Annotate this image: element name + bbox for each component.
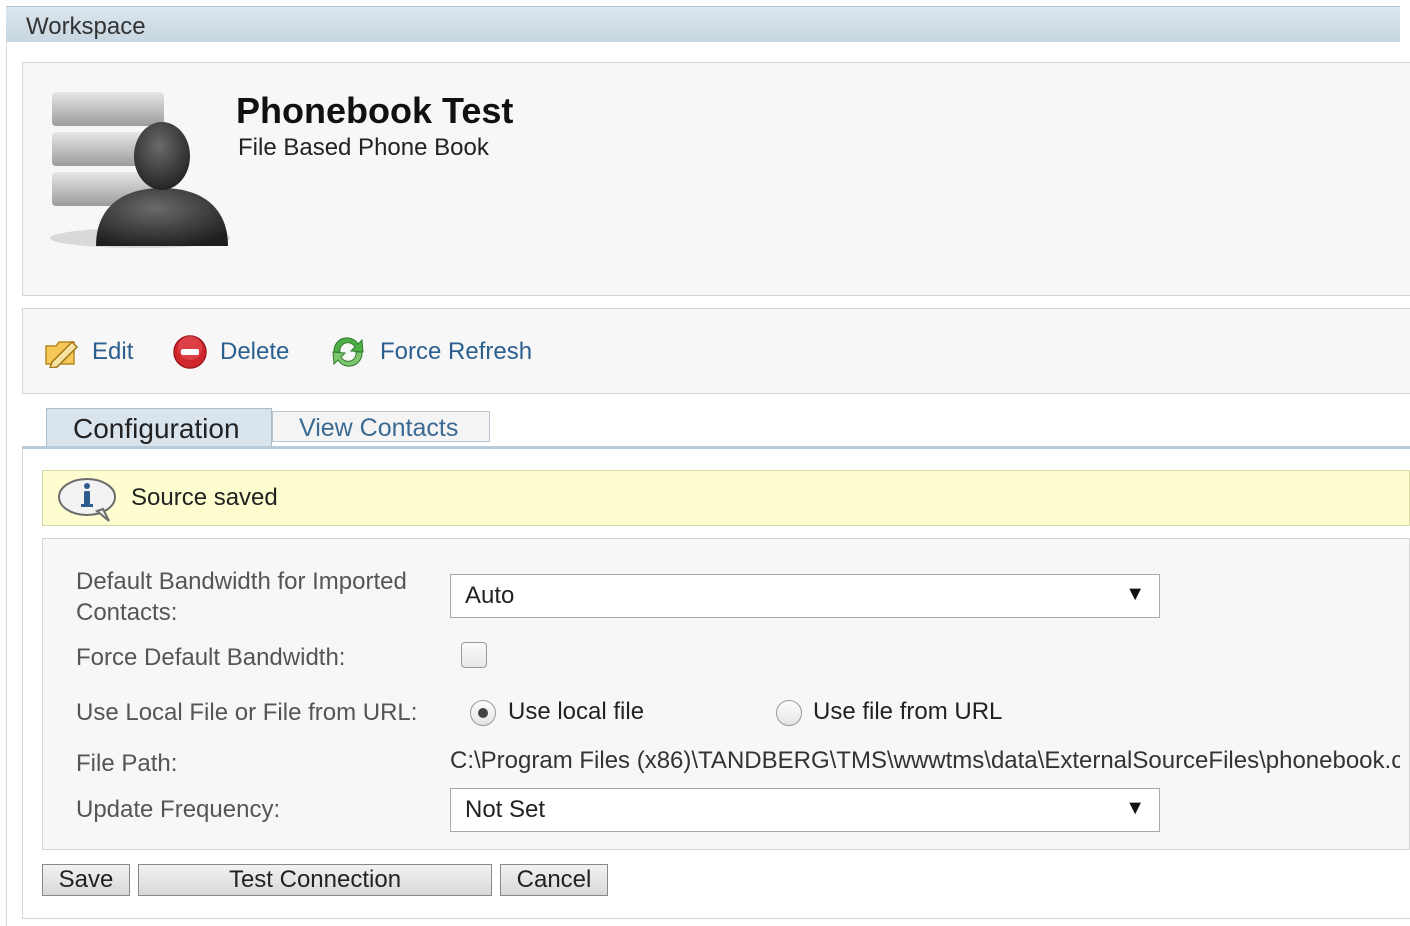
bandwidth-select[interactable]: Auto ▼ (450, 574, 1160, 618)
save-button[interactable]: Save (42, 864, 130, 896)
workspace-left-rule (6, 42, 7, 926)
bandwidth-label: Default Bandwidth for Imported Contacts: (76, 566, 407, 628)
force-refresh-button[interactable]: Force Refresh (328, 332, 532, 372)
tab-configuration-label: Configuration (73, 413, 240, 444)
test-connection-button[interactable]: Test Connection (138, 864, 492, 896)
bandwidth-label-line2: Contacts: (76, 599, 178, 626)
file-path-value: C:\Program Files (x86)\TANDBERG\TMS\wwwt… (450, 747, 1400, 774)
force-bandwidth-label: Force Default Bandwidth: (76, 644, 346, 671)
page-subtitle: File Based Phone Book (238, 134, 489, 161)
use-file-from-url-radio[interactable] (776, 700, 802, 726)
edit-button[interactable]: Edit (44, 332, 133, 372)
cancel-button[interactable]: Cancel (500, 864, 608, 896)
source-saved-notice: Source saved (42, 470, 1410, 526)
update-frequency-label: Update Frequency: (76, 796, 281, 823)
workspace-title: Workspace (26, 13, 146, 40)
delete-label: Delete (220, 338, 290, 365)
tab-view-contacts[interactable]: View Contacts (272, 411, 490, 442)
delete-circle-icon (173, 335, 207, 369)
chevron-down-icon: ▼ (1125, 797, 1145, 819)
refresh-arrows-icon (332, 337, 364, 367)
info-bubble-icon (58, 478, 116, 522)
phonebook-person-icon (50, 92, 230, 248)
tab-view-contacts-label: View Contacts (299, 414, 459, 442)
radio-selected-dot (478, 708, 488, 718)
update-frequency-value: Not Set (465, 796, 546, 823)
use-local-file-label: Use local file (508, 698, 645, 725)
chevron-down-icon: ▼ (1125, 583, 1145, 605)
page-title: Phonebook Test (236, 90, 514, 131)
use-file-from-url-label: Use file from URL (813, 698, 1003, 725)
workspace-header: Workspace (6, 6, 1400, 42)
bandwidth-select-value: Auto (465, 582, 515, 609)
file-path-label: File Path: (76, 750, 178, 777)
force-bandwidth-checkbox[interactable] (461, 642, 487, 668)
delete-button[interactable]: Delete (172, 332, 289, 372)
edit-pencil-icon (45, 340, 79, 368)
source-label: Use Local File or File from URL: (76, 699, 418, 726)
notice-text: Source saved (131, 484, 278, 511)
file-path-clip: C:\Program Files (x86)\TANDBERG\TMS\wwwt… (450, 740, 1400, 784)
force-refresh-label: Force Refresh (380, 338, 533, 365)
tab-configuration[interactable]: Configuration (46, 408, 272, 446)
edit-label: Edit (92, 338, 134, 365)
bandwidth-label-line1: Default Bandwidth for Imported (76, 568, 407, 595)
update-frequency-select[interactable]: Not Set ▼ (450, 788, 1160, 832)
use-local-file-radio[interactable] (470, 700, 496, 726)
